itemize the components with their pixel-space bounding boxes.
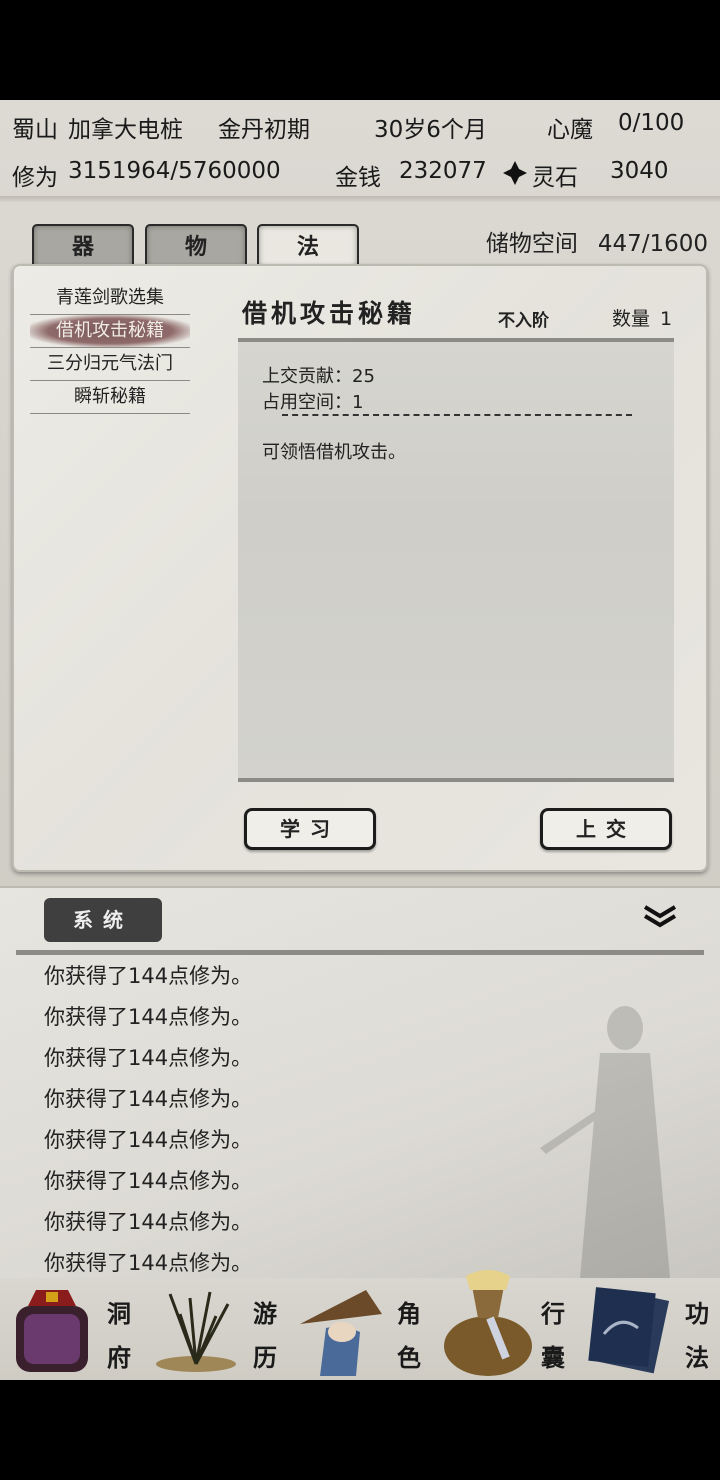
cultivation-value: 3151964/5760000 [68,158,281,184]
nav-label: 洞府 [107,1299,131,1372]
demon-label: 心魔 [547,117,593,143]
book-list: 青莲剑歌选集 借机攻击秘籍 三分归元气法门 瞬斩秘籍 [30,282,190,414]
item-grade: 不入阶 [498,311,549,331]
money-label: 金钱 [335,165,381,191]
status-row-1: 蜀山 加拿大电桩 金丹初期 30岁6个月 心魔 0/100 [0,100,720,148]
learn-button[interactable]: 学习 [244,808,376,850]
lingshi-value: 3040 [610,158,669,184]
nav-label: 功法 [685,1299,709,1372]
system-log: 系统 你获得了144点修为。 你获得了144点修为。 你获得了144点修为。 你… [0,886,720,1278]
swordsman-silhouette-icon [540,1006,670,1278]
lingshi-label: 灵石 [532,165,578,191]
log-line: 你获得了144点修为。 [44,1046,253,1070]
bag-icon [444,1270,532,1376]
nav-scripture[interactable]: 功法 [580,1278,720,1380]
nav-travel[interactable]: 游历 [144,1278,292,1380]
quantity-value: 1 [660,308,673,330]
log-line: 你获得了144点修为。 [44,1087,253,1111]
log-line: 你获得了144点修为。 [44,1128,253,1152]
player-name: 加拿大电桩 [68,117,183,143]
tab-system-log[interactable]: 系统 [44,898,162,942]
log-line: 你获得了144点修为。 [44,1210,253,1234]
game-screen: 蜀山 加拿大电桩 金丹初期 30岁6个月 心魔 0/100 修为 3151964… [0,100,720,1380]
book-item[interactable]: 三分归元气法门 [30,348,190,381]
space-text: 占用空间：1 [262,392,364,413]
money-value: 232077 [399,158,487,184]
age-text: 30岁6个月 [374,117,487,143]
character-icon [300,1290,382,1376]
realm-text: 金丹初期 [218,117,310,143]
travel-icon [156,1291,236,1372]
demon-value: 0/100 [618,110,685,136]
scripture-icon [588,1287,670,1374]
book-item[interactable]: 瞬斩秘籍 [30,381,190,414]
nav-label: 角色 [397,1299,421,1372]
storage-label: 储物空间 [485,231,578,257]
nav-cave[interactable]: 洞府 [0,1278,144,1380]
nav-bag[interactable]: 行囊 [436,1270,580,1380]
nav-label: 行囊 [541,1299,565,1372]
log-line: 你获得了144点修为。 [44,1005,253,1029]
double-chevron-down-icon[interactable] [642,904,678,928]
item-description-box: 上交贡献：25 占用空间：1 可领悟借机攻击。 [238,338,674,782]
log-line: 你获得了144点修为。 [44,1251,253,1275]
description-text: 可领悟借机攻击。 [262,442,406,463]
inventory-panel: 青莲剑歌选集 借机攻击秘籍 三分归元气法门 瞬斩秘籍 借机攻击秘籍 不入阶 数量… [12,264,708,872]
description-divider [282,414,632,416]
log-divider [16,950,704,955]
spirit-stone-icon [503,161,527,185]
bottom-nav: 洞府 游历 角色 行囊 功法 [0,1270,720,1380]
submit-button[interactable]: 上交 [540,808,672,850]
log-line: 你获得了144点修为。 [44,1169,253,1193]
nav-label: 游历 [253,1299,277,1372]
cave-icon [16,1290,88,1372]
storage-value: 447/1600 [597,231,708,257]
location-text: 蜀山 [12,117,58,143]
header-divider [0,196,720,202]
status-row-2: 修为 3151964/5760000 金钱 232077 灵石 3040 [0,148,720,196]
book-item-selected[interactable]: 借机攻击秘籍 [30,315,190,348]
book-item[interactable]: 青莲剑歌选集 [30,282,190,315]
cultivation-label: 修为 [12,165,58,191]
item-quantity: 数量 1 [612,304,672,331]
storage-capacity: 储物空间 447/1600 [486,224,708,258]
contribution-text: 上交贡献：25 [262,366,375,387]
item-title: 借机攻击秘籍 [242,299,417,328]
nav-character[interactable]: 角色 [292,1278,436,1380]
log-line: 你获得了144点修为。 [44,964,253,988]
quantity-label: 数量 [612,308,651,330]
